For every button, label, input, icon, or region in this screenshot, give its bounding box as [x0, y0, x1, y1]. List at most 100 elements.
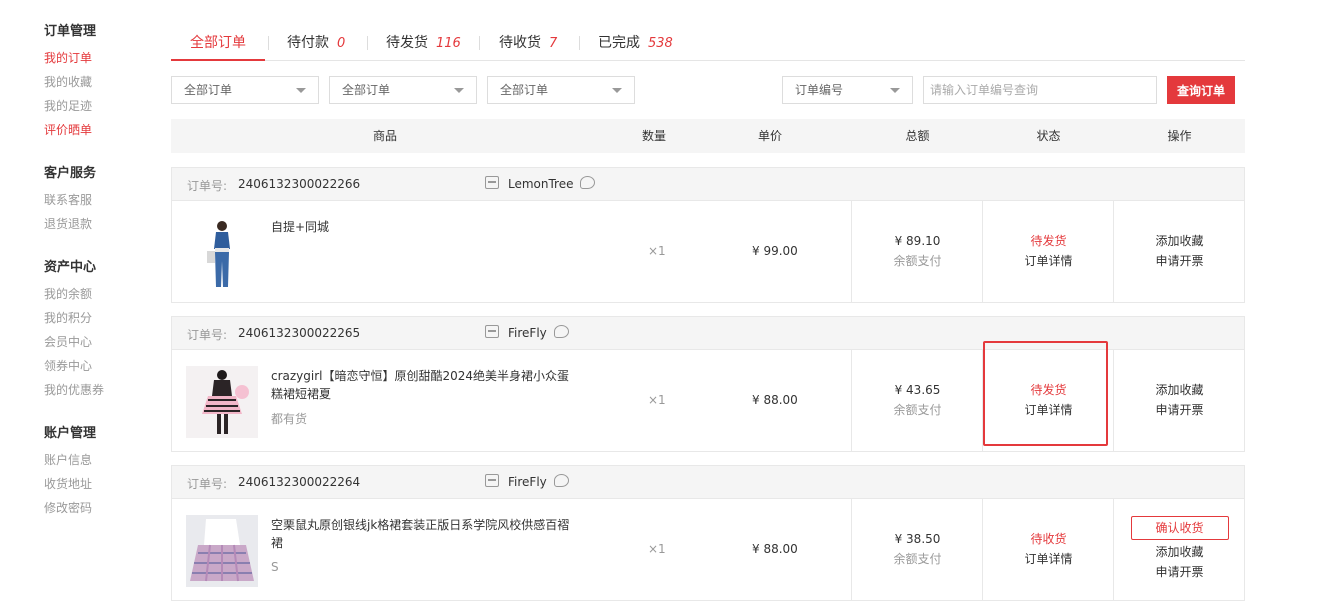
- add-favorite-link[interactable]: 添加收藏: [1114, 542, 1245, 562]
- product-image[interactable]: [186, 366, 258, 438]
- sidebar-item-contact[interactable]: 联系客服: [44, 188, 154, 212]
- sidebar-item-points[interactable]: 我的积分: [44, 306, 154, 330]
- search-orders-button[interactable]: 查询订单: [1167, 76, 1235, 104]
- product-spec: S: [271, 560, 279, 574]
- order-card: 订单号: 2406132300022266 LemonTree 自提+同城 ×1…: [171, 167, 1245, 303]
- sidebar-group-title: 订单管理: [44, 24, 97, 39]
- order-number-label: 订单号:: [187, 477, 228, 491]
- product-image[interactable]: [186, 217, 258, 289]
- main-content: 全部订单 待付款 0 待发货 116 待收货 7 已完成 538 全部订单 全部订单 全…: [171, 0, 1245, 601]
- product-spec: 都有货: [271, 412, 308, 426]
- total-cell: ¥ 43.65 余额支付: [852, 350, 983, 451]
- add-favorite-link[interactable]: 添加收藏: [1114, 231, 1245, 251]
- sidebar-item-password[interactable]: 修改密码: [44, 496, 154, 520]
- order-time-select[interactable]: 全部订单: [329, 76, 477, 104]
- product-title[interactable]: 空栗鼠丸原创银线jk格裙套装正版日系学院风校供感百褶裙: [271, 516, 571, 552]
- unit-price: ¥ 88.00: [752, 393, 798, 407]
- shop-name[interactable]: LemonTree: [508, 177, 574, 191]
- order-body: crazygirl【暗恋守恒】原创甜酷2024绝美半身裙小众蛋糕裙短裙夏 都有货…: [172, 350, 1244, 451]
- sidebar-item-history[interactable]: 我的足迹: [44, 94, 154, 118]
- order-detail-link[interactable]: 订单详情: [983, 400, 1114, 420]
- tab-label: 待付款: [287, 35, 329, 51]
- confirm-receipt-button[interactable]: 确认收货: [1130, 516, 1229, 540]
- order-number-label: 订单号:: [187, 328, 228, 342]
- tab-count: 0: [337, 36, 346, 51]
- actions-cell: 添加收藏 申请开票: [1114, 201, 1245, 302]
- tab-divider: [367, 36, 368, 50]
- order-card: 订单号: 2406132300022264 FireFly 空栗鼠丸原创银线jk…: [171, 465, 1245, 601]
- shop-icon: [485, 325, 499, 338]
- request-invoice-link[interactable]: 申请开票: [1114, 251, 1245, 271]
- tab-divider: [479, 36, 480, 50]
- column-header-unit-price: 单价: [757, 129, 782, 143]
- sidebar-group-title: 账户管理: [44, 426, 97, 441]
- sidebar-group-service: 客户服务 联系客服 退货退款: [44, 164, 154, 236]
- order-detail-link[interactable]: 订单详情: [983, 549, 1114, 569]
- sidebar: 订单管理 我的订单 我的收藏 我的足迹 评价晒单 客户服务 联系客服 退货退款 …: [44, 22, 154, 542]
- order-number-label: 订单号:: [187, 179, 228, 193]
- request-invoice-link[interactable]: 申请开票: [1114, 400, 1245, 420]
- tab-count: 7: [549, 36, 558, 51]
- chat-icon[interactable]: [554, 325, 569, 338]
- tab-divider: [579, 36, 580, 50]
- sidebar-item-account-info[interactable]: 账户信息: [44, 448, 154, 472]
- order-body: 空栗鼠丸原创银线jk格裙套装正版日系学院风校供感百褶裙 S ×1 ¥ 88.00…: [172, 499, 1244, 600]
- sidebar-item-my-coupons[interactable]: 我的优惠券: [44, 378, 154, 402]
- add-favorite-link[interactable]: 添加收藏: [1114, 380, 1245, 400]
- sidebar-item-favorites[interactable]: 我的收藏: [44, 70, 154, 94]
- order-header: 订单号: 2406132300022266 LemonTree: [172, 168, 1244, 201]
- total-amount: ¥ 89.10: [894, 234, 941, 248]
- order-tabs: 全部订单 待付款 0 待发货 116 待收货 7 已完成 538: [171, 0, 1245, 61]
- order-status: 待发货: [1030, 383, 1067, 397]
- product-image[interactable]: [186, 515, 258, 587]
- total-cell: ¥ 38.50 余额支付: [852, 499, 983, 600]
- select-value: 订单编号: [795, 83, 844, 97]
- product-title[interactable]: crazygirl【暗恋守恒】原创甜酷2024绝美半身裙小众蛋糕裙短裙夏: [271, 367, 571, 403]
- request-invoice-link[interactable]: 申请开票: [1114, 562, 1245, 582]
- sidebar-item-my-orders[interactable]: 我的订单: [44, 46, 154, 70]
- sidebar-item-refund[interactable]: 退货退款: [44, 212, 154, 236]
- tab-pending-payment[interactable]: 待付款 0: [287, 32, 345, 61]
- shop-name[interactable]: FireFly: [508, 475, 547, 489]
- sidebar-item-membership[interactable]: 会员中心: [44, 330, 154, 354]
- tab-all-orders[interactable]: 全部订单: [171, 32, 265, 61]
- order-number-search-input[interactable]: [923, 76, 1157, 104]
- chat-icon[interactable]: [580, 176, 595, 189]
- column-header-actions: 操作: [1167, 129, 1192, 143]
- tab-completed[interactable]: 已完成 538: [598, 32, 673, 61]
- caret-down-icon: [296, 88, 306, 93]
- search-type-select[interactable]: 订单编号: [782, 76, 913, 104]
- unit-price: ¥ 99.00: [752, 244, 798, 258]
- tab-pending-shipment[interactable]: 待发货 116: [386, 32, 461, 61]
- actions-cell: 添加收藏 申请开票: [1114, 350, 1245, 451]
- quantity: ×1: [648, 244, 666, 258]
- sidebar-item-address[interactable]: 收货地址: [44, 472, 154, 496]
- payment-method: 余额支付: [893, 403, 942, 417]
- total-cell: ¥ 89.10 余额支付: [852, 201, 983, 302]
- tab-pending-receipt[interactable]: 待收货 7: [499, 32, 557, 61]
- tab-label: 全部订单: [190, 35, 246, 51]
- shop-name[interactable]: FireFly: [508, 326, 547, 340]
- order-status: 待收货: [1030, 532, 1067, 546]
- sidebar-item-reviews[interactable]: 评价晒单: [44, 118, 154, 142]
- confirm-wrapper: 确认收货: [1114, 516, 1245, 542]
- sidebar-group-orders: 订单管理 我的订单 我的收藏 我的足迹 评价晒单: [44, 22, 154, 142]
- caret-down-icon: [612, 88, 622, 93]
- sidebar-item-coupon-center[interactable]: 领券中心: [44, 354, 154, 378]
- column-header-status: 状态: [1036, 129, 1061, 143]
- order-header: 订单号: 2406132300022265 FireFly: [172, 317, 1244, 350]
- order-number: 2406132300022264: [238, 475, 361, 489]
- order-body: 自提+同城 ×1 ¥ 99.00 ¥ 89.10 余额支付 待发货 订单详情 添…: [172, 201, 1244, 302]
- column-header-total: 总额: [905, 129, 930, 143]
- order-type-select[interactable]: 全部订单: [171, 76, 319, 104]
- sidebar-item-balance[interactable]: 我的余额: [44, 282, 154, 306]
- payment-method: 余额支付: [893, 552, 942, 566]
- quantity: ×1: [648, 542, 666, 556]
- sidebar-group-title: 客户服务: [44, 166, 97, 181]
- sidebar-group-account: 账户管理 账户信息 收货地址 修改密码: [44, 424, 154, 520]
- product-title[interactable]: 自提+同城: [271, 218, 571, 236]
- order-status-select[interactable]: 全部订单: [487, 76, 635, 104]
- chat-icon[interactable]: [554, 474, 569, 487]
- filter-bar: 全部订单 全部订单 全部订单 订单编号 查询订单: [171, 76, 1245, 104]
- order-detail-link[interactable]: 订单详情: [983, 251, 1114, 271]
